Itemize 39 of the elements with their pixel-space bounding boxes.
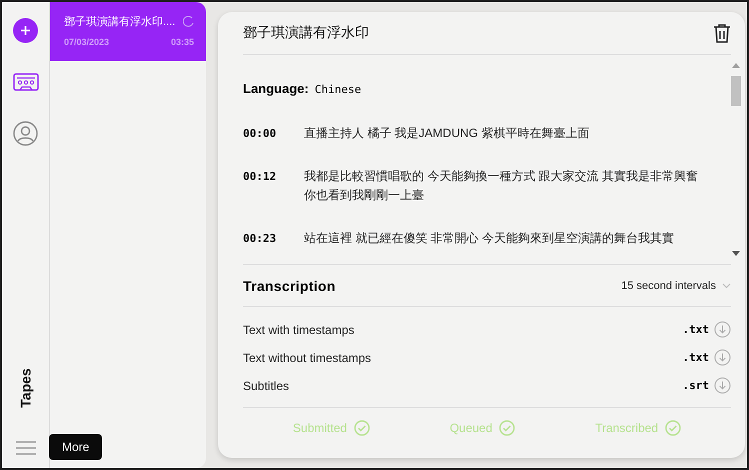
download-icon[interactable]: [714, 377, 731, 394]
cassette-tape-icon[interactable]: [12, 73, 38, 91]
trash-icon[interactable]: [713, 23, 731, 43]
tape-duration: 03:35: [170, 37, 194, 47]
segment-text: 直播主持人 橘子 我是JAMDUNG 紫棋平時在舞臺上面: [304, 125, 590, 142]
section-label: Tapes: [18, 368, 34, 408]
user-profile-icon[interactable]: [13, 121, 38, 146]
status-label: Queued: [450, 421, 492, 435]
section-heading: Transcription: [243, 278, 336, 294]
scroll-down-arrow-icon[interactable]: [732, 251, 740, 256]
interval-dropdown[interactable]: 15 second intervals: [621, 280, 731, 292]
download-icon[interactable]: [714, 321, 731, 338]
language-label: Language:: [243, 81, 309, 96]
download-label: Subtitles: [243, 378, 290, 392]
menu-icon[interactable]: [14, 440, 36, 456]
tape-date: 07/03/2023: [64, 37, 110, 47]
segment-timestamp: 00:12: [243, 169, 278, 185]
status-label: Transcribed: [595, 421, 658, 435]
segment-timestamp: 00:23: [243, 231, 278, 247]
tape-title: 鄧子琪演講有浮水印....: [64, 14, 176, 29]
file-format: .srt: [682, 379, 709, 392]
chevron-down-icon: [722, 282, 731, 288]
segment-timestamp: 00:00: [243, 126, 278, 142]
add-button[interactable]: [13, 18, 38, 43]
tape-list-item[interactable]: 鄧子琪演講有浮水印.... 07/03/2023 03:35: [50, 2, 206, 61]
scrollbar-thumb[interactable]: [731, 76, 741, 106]
scroll-up-arrow-icon[interactable]: [732, 63, 740, 68]
transcript-title: 鄧子琪演講有浮水印: [243, 24, 369, 42]
file-format: .txt: [682, 323, 709, 336]
language-value: Chinese: [314, 83, 362, 96]
download-label: Text without timestamps: [243, 350, 372, 364]
download-label: Text with timestamps: [243, 322, 354, 336]
download-icon[interactable]: [714, 349, 731, 366]
status-label: Submitted: [292, 421, 347, 435]
segment-text: 站在這裡 就已經在傻笑 非常開心 今天能夠來到星空演講的舞台我其實: [304, 230, 674, 247]
segment-text: 我都是比較習慣唱歌的 今天能夠換一種方式 跟大家交流 其實我是非常興奮你也看到我剛剛一上臺: [304, 168, 700, 204]
file-format: .txt: [682, 351, 709, 364]
plus-icon: [20, 25, 31, 36]
tooltip: More: [49, 434, 102, 460]
